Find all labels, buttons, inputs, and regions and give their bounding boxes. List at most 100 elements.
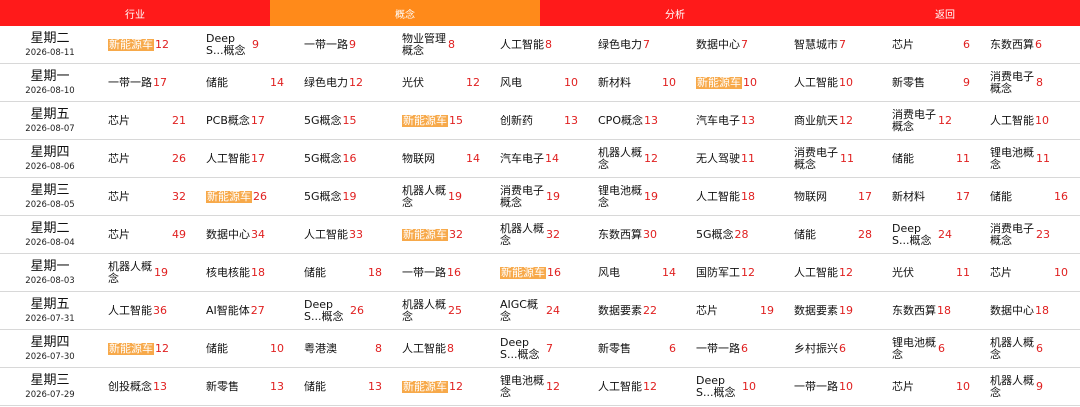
- concept-cell[interactable]: 智慧城市 7: [786, 26, 884, 63]
- concept-cell[interactable]: 汽车电子 13: [688, 102, 786, 139]
- concept-cell[interactable]: 物联网 14: [394, 140, 492, 177]
- concept-cell[interactable]: 人工智能 10: [786, 64, 884, 101]
- concept-cell[interactable]: 物联网 17: [786, 178, 884, 215]
- concept-cell[interactable]: 新材料 17: [884, 178, 982, 215]
- concept-cell[interactable]: 东数西算 6: [982, 26, 1080, 63]
- concept-cell[interactable]: 汽车电子 14: [492, 140, 590, 177]
- concept-cell[interactable]: 机器人概念 9: [982, 368, 1080, 405]
- concept-cell[interactable]: 芯片 19: [688, 292, 786, 329]
- concept-cell[interactable]: 人工智能 18: [688, 178, 786, 215]
- concept-cell[interactable]: 绿色电力 12: [296, 64, 394, 101]
- concept-cell[interactable]: 风电 10: [492, 64, 590, 101]
- tab-industry[interactable]: 行业: [0, 0, 270, 26]
- concept-cell[interactable]: AI智能体 27: [198, 292, 296, 329]
- concept-cell[interactable]: 芯片 10: [884, 368, 982, 405]
- concept-cell[interactable]: 新能源车 26: [198, 178, 296, 215]
- concept-cell[interactable]: 储能 14: [198, 64, 296, 101]
- concept-cell[interactable]: 光伏 12: [394, 64, 492, 101]
- concept-cell[interactable]: 东数西算 18: [884, 292, 982, 329]
- concept-cell[interactable]: 机器人概念 19: [100, 254, 198, 291]
- concept-cell[interactable]: 粤港澳 8: [296, 330, 394, 367]
- concept-cell[interactable]: 芯片 26: [100, 140, 198, 177]
- concept-cell[interactable]: 储能 13: [296, 368, 394, 405]
- concept-cell[interactable]: 数据要素 19: [786, 292, 884, 329]
- concept-cell[interactable]: 数据中心 34: [198, 216, 296, 253]
- date-cell[interactable]: 星期五 2026-08-07: [0, 102, 100, 139]
- concept-cell[interactable]: 新能源车 10: [688, 64, 786, 101]
- date-cell[interactable]: 星期一 2026-08-03: [0, 254, 100, 291]
- concept-cell[interactable]: DeepS...概念 7: [492, 330, 590, 367]
- concept-cell[interactable]: 数据中心 18: [982, 292, 1080, 329]
- concept-cell[interactable]: 新能源车 12: [100, 330, 198, 367]
- concept-cell[interactable]: 芯片 10: [982, 254, 1080, 291]
- concept-cell[interactable]: 一带一路 10: [786, 368, 884, 405]
- concept-cell[interactable]: 机器人概念 12: [590, 140, 688, 177]
- concept-cell[interactable]: DeepS...概念 26: [296, 292, 394, 329]
- concept-cell[interactable]: 锂电池概念 6: [884, 330, 982, 367]
- concept-cell[interactable]: PCB概念 17: [198, 102, 296, 139]
- concept-cell[interactable]: CPO概念 13: [590, 102, 688, 139]
- concept-cell[interactable]: 消费电子概念 12: [884, 102, 982, 139]
- concept-cell[interactable]: 消费电子概念 11: [786, 140, 884, 177]
- concept-cell[interactable]: 新能源车 12: [100, 26, 198, 63]
- concept-cell[interactable]: DeepS...概念 9: [198, 26, 296, 63]
- concept-cell[interactable]: 新能源车 12: [394, 368, 492, 405]
- concept-cell[interactable]: 创投概念 13: [100, 368, 198, 405]
- concept-cell[interactable]: 一带一路 6: [688, 330, 786, 367]
- concept-cell[interactable]: 芯片 21: [100, 102, 198, 139]
- concept-cell[interactable]: 绿色电力 7: [590, 26, 688, 63]
- concept-cell[interactable]: 机器人概念 25: [394, 292, 492, 329]
- concept-cell[interactable]: 新能源车 15: [394, 102, 492, 139]
- concept-cell[interactable]: 人工智能 12: [590, 368, 688, 405]
- concept-cell[interactable]: 新材料 10: [590, 64, 688, 101]
- concept-cell[interactable]: 无人驾驶 11: [688, 140, 786, 177]
- concept-cell[interactable]: DeepS...概念 10: [688, 368, 786, 405]
- concept-cell[interactable]: 新能源车 16: [492, 254, 590, 291]
- concept-cell[interactable]: 物业管理概念 8: [394, 26, 492, 63]
- concept-cell[interactable]: 5G概念 28: [688, 216, 786, 253]
- concept-cell[interactable]: 锂电池概念 19: [590, 178, 688, 215]
- concept-cell[interactable]: 人工智能 12: [786, 254, 884, 291]
- concept-cell[interactable]: 锂电池概念 11: [982, 140, 1080, 177]
- concept-cell[interactable]: 创新药 13: [492, 102, 590, 139]
- date-cell[interactable]: 星期三 2026-08-05: [0, 178, 100, 215]
- date-cell[interactable]: 星期一 2026-08-10: [0, 64, 100, 101]
- concept-cell[interactable]: 人工智能 33: [296, 216, 394, 253]
- date-cell[interactable]: 星期四 2026-08-06: [0, 140, 100, 177]
- concept-cell[interactable]: 5G概念 15: [296, 102, 394, 139]
- concept-cell[interactable]: 新能源车 32: [394, 216, 492, 253]
- concept-cell[interactable]: 储能 11: [884, 140, 982, 177]
- concept-cell[interactable]: 风电 14: [590, 254, 688, 291]
- concept-cell[interactable]: 新零售 6: [590, 330, 688, 367]
- concept-cell[interactable]: 消费电子概念 8: [982, 64, 1080, 101]
- concept-cell[interactable]: 消费电子概念 19: [492, 178, 590, 215]
- date-cell[interactable]: 星期二 2026-08-11: [0, 26, 100, 63]
- concept-cell[interactable]: AIGC概念 24: [492, 292, 590, 329]
- tab-back[interactable]: 返回: [810, 0, 1080, 26]
- concept-cell[interactable]: 光伏 11: [884, 254, 982, 291]
- concept-cell[interactable]: 储能 10: [198, 330, 296, 367]
- concept-cell[interactable]: 一带一路 9: [296, 26, 394, 63]
- concept-cell[interactable]: 人工智能 8: [394, 330, 492, 367]
- date-cell[interactable]: 星期四 2026-07-30: [0, 330, 100, 367]
- concept-cell[interactable]: 储能 18: [296, 254, 394, 291]
- concept-cell[interactable]: 东数西算 30: [590, 216, 688, 253]
- concept-cell[interactable]: 5G概念 16: [296, 140, 394, 177]
- concept-cell[interactable]: 新零售 13: [198, 368, 296, 405]
- concept-cell[interactable]: 人工智能 8: [492, 26, 590, 63]
- concept-cell[interactable]: 人工智能 10: [982, 102, 1080, 139]
- date-cell[interactable]: 星期三 2026-07-29: [0, 368, 100, 405]
- concept-cell[interactable]: 芯片 32: [100, 178, 198, 215]
- concept-cell[interactable]: 5G概念 19: [296, 178, 394, 215]
- concept-cell[interactable]: 国防军工 12: [688, 254, 786, 291]
- concept-cell[interactable]: 新零售 9: [884, 64, 982, 101]
- concept-cell[interactable]: 芯片 6: [884, 26, 982, 63]
- concept-cell[interactable]: 锂电池概念 12: [492, 368, 590, 405]
- concept-cell[interactable]: 储能 16: [982, 178, 1080, 215]
- concept-cell[interactable]: 消费电子概念 23: [982, 216, 1080, 253]
- concept-cell[interactable]: 商业航天 12: [786, 102, 884, 139]
- concept-cell[interactable]: 一带一路 17: [100, 64, 198, 101]
- concept-cell[interactable]: 机器人概念 6: [982, 330, 1080, 367]
- concept-cell[interactable]: 核电核能 18: [198, 254, 296, 291]
- concept-cell[interactable]: DeepS...概念 24: [884, 216, 982, 253]
